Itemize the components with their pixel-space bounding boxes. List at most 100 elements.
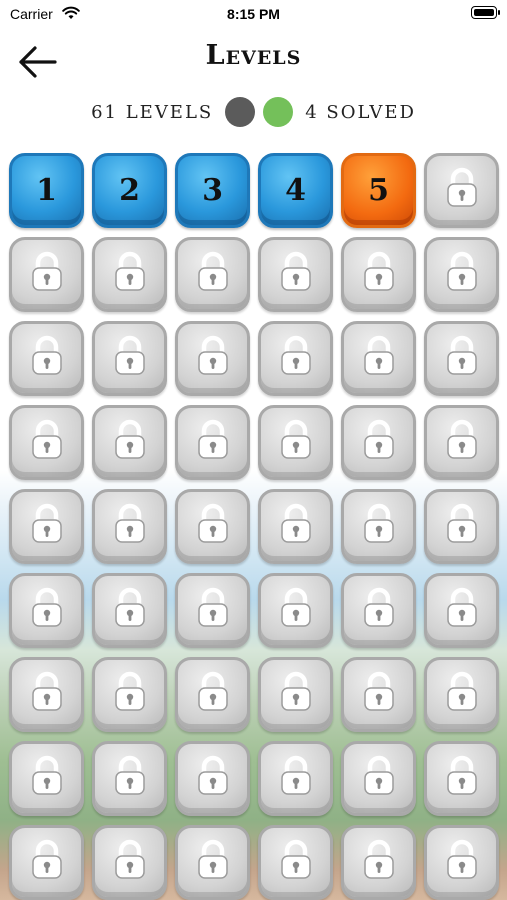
lock-icon <box>359 503 399 550</box>
level-tile-42[interactable] <box>424 657 499 732</box>
lock-icon <box>276 671 316 718</box>
level-tile-22[interactable] <box>258 405 333 480</box>
level-tile-46[interactable] <box>258 741 333 816</box>
level-tile-43[interactable] <box>9 741 84 816</box>
level-tile-40[interactable] <box>258 657 333 732</box>
lock-icon <box>359 671 399 718</box>
level-number: 4 <box>285 173 306 208</box>
lock-icon <box>193 503 233 550</box>
level-tile-38[interactable] <box>92 657 167 732</box>
lock-icon <box>110 503 150 550</box>
lock-icon <box>276 419 316 466</box>
level-tile-51[interactable] <box>175 825 250 900</box>
level-tile-37[interactable] <box>9 657 84 732</box>
lock-icon <box>359 335 399 382</box>
level-tile-54[interactable] <box>424 825 499 900</box>
level-tile-2[interactable]: 2 <box>92 153 167 228</box>
level-tile-26[interactable] <box>92 489 167 564</box>
level-tile-45[interactable] <box>175 741 250 816</box>
lock-icon <box>442 335 482 382</box>
level-tile-21[interactable] <box>175 405 250 480</box>
progress-summary: 61 LEVELS 4 SOLVED <box>0 95 507 129</box>
lock-icon <box>193 755 233 802</box>
lock-icon <box>27 671 67 718</box>
lock-icon <box>110 671 150 718</box>
lock-icon <box>110 419 150 466</box>
level-number: 1 <box>36 173 57 208</box>
total-levels-dot-icon <box>225 97 256 127</box>
level-tile-50[interactable] <box>92 825 167 900</box>
solved-levels-dot-icon <box>263 97 294 127</box>
clock-time: 8:15 PM <box>227 6 280 22</box>
level-tile-25[interactable] <box>9 489 84 564</box>
level-tile-28[interactable] <box>258 489 333 564</box>
lock-icon <box>193 419 233 466</box>
level-number: 3 <box>202 173 223 208</box>
level-tile-29[interactable] <box>341 489 416 564</box>
level-tile-53[interactable] <box>341 825 416 900</box>
lock-icon <box>193 839 233 886</box>
level-tile-23[interactable] <box>341 405 416 480</box>
level-tile-32[interactable] <box>92 573 167 648</box>
level-number: 5 <box>368 173 389 208</box>
level-tile-13[interactable] <box>9 321 84 396</box>
lock-icon <box>27 419 67 466</box>
status-bar: Carrier 8:15 PM <box>0 0 507 28</box>
lock-icon <box>193 251 233 298</box>
lock-icon <box>193 587 233 634</box>
level-tile-47[interactable] <box>341 741 416 816</box>
lock-icon <box>110 251 150 298</box>
lock-icon <box>110 839 150 886</box>
lock-icon <box>442 755 482 802</box>
level-tile-14[interactable] <box>92 321 167 396</box>
level-tile-4[interactable]: 4 <box>258 153 333 228</box>
lock-icon <box>442 167 482 214</box>
level-tile-24[interactable] <box>424 405 499 480</box>
level-tile-15[interactable] <box>175 321 250 396</box>
level-grid: 1 2 3 4 5 <box>9 153 499 900</box>
level-tile-33[interactable] <box>175 573 250 648</box>
level-tile-7[interactable] <box>9 237 84 312</box>
level-tile-1[interactable]: 1 <box>9 153 84 228</box>
level-tile-49[interactable] <box>9 825 84 900</box>
lock-icon <box>276 755 316 802</box>
level-number: 2 <box>119 173 140 208</box>
level-tile-39[interactable] <box>175 657 250 732</box>
lock-icon <box>359 419 399 466</box>
lock-icon <box>27 335 67 382</box>
lock-icon <box>359 587 399 634</box>
level-tile-8[interactable] <box>92 237 167 312</box>
level-tile-34[interactable] <box>258 573 333 648</box>
level-tile-44[interactable] <box>92 741 167 816</box>
level-tile-9[interactable] <box>175 237 250 312</box>
level-tile-6[interactable] <box>424 153 499 228</box>
level-tile-10[interactable] <box>258 237 333 312</box>
level-tile-20[interactable] <box>92 405 167 480</box>
level-tile-31[interactable] <box>9 573 84 648</box>
lock-icon <box>110 755 150 802</box>
level-tile-3[interactable]: 3 <box>175 153 250 228</box>
level-tile-48[interactable] <box>424 741 499 816</box>
level-tile-5[interactable]: 5 <box>341 153 416 228</box>
level-tile-12[interactable] <box>424 237 499 312</box>
level-tile-18[interactable] <box>424 321 499 396</box>
level-tile-36[interactable] <box>424 573 499 648</box>
lock-icon <box>110 335 150 382</box>
lock-icon <box>276 251 316 298</box>
level-tile-27[interactable] <box>175 489 250 564</box>
lock-icon <box>27 251 67 298</box>
lock-icon <box>359 251 399 298</box>
level-tile-52[interactable] <box>258 825 333 900</box>
page-title: Levels <box>205 40 302 71</box>
level-tile-35[interactable] <box>341 573 416 648</box>
lock-icon <box>276 587 316 634</box>
lock-icon <box>27 839 67 886</box>
lock-icon <box>27 503 67 550</box>
level-tile-30[interactable] <box>424 489 499 564</box>
level-tile-11[interactable] <box>341 237 416 312</box>
level-tile-19[interactable] <box>9 405 84 480</box>
level-tile-17[interactable] <box>341 321 416 396</box>
level-tile-16[interactable] <box>258 321 333 396</box>
level-tile-41[interactable] <box>341 657 416 732</box>
lock-icon <box>27 755 67 802</box>
